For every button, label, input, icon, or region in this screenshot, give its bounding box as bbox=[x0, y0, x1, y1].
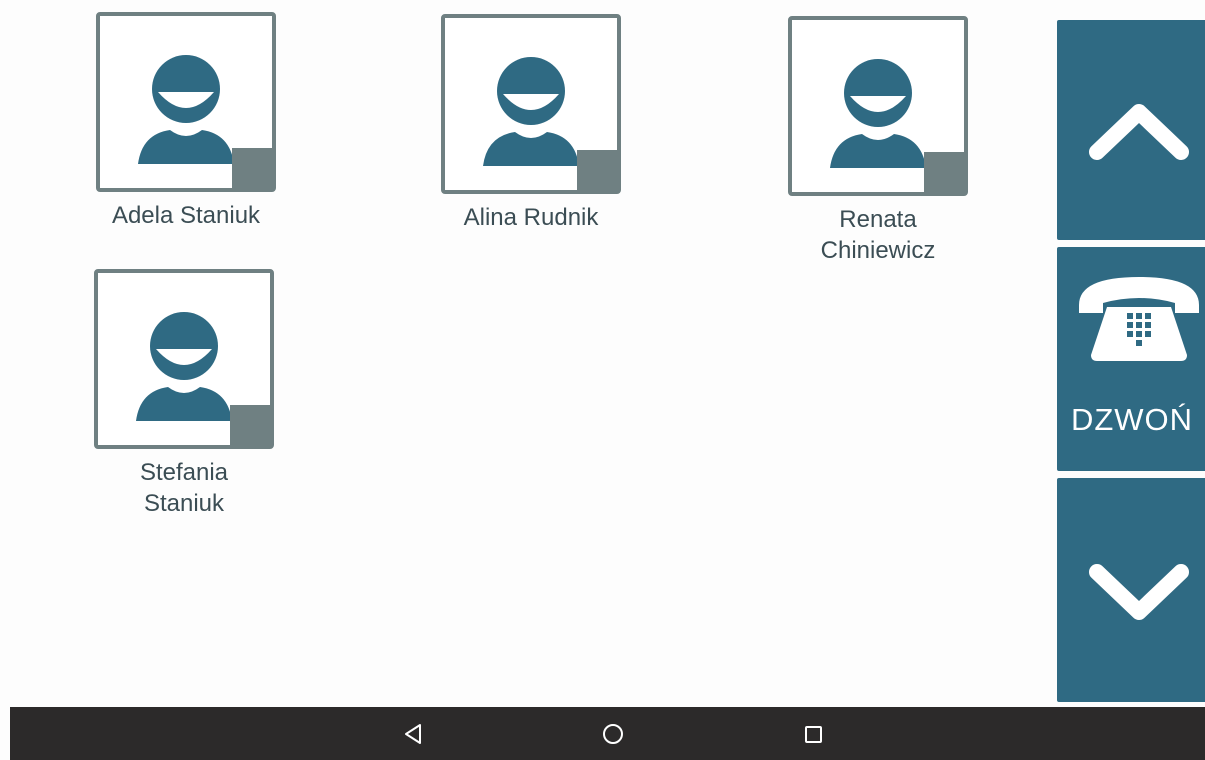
nav-back-button[interactable] bbox=[398, 719, 428, 749]
contact-name: Adela Staniuk bbox=[111, 202, 261, 229]
recents-square-icon bbox=[805, 726, 822, 743]
nav-recents-button[interactable] bbox=[798, 719, 828, 749]
contact-tile[interactable]: Renata Chiniewicz bbox=[783, 16, 973, 266]
status-indicator bbox=[924, 152, 964, 192]
contact-name: Stefania Staniuk bbox=[139, 459, 229, 517]
contact-tile[interactable]: Adela Staniuk bbox=[91, 12, 281, 231]
status-indicator bbox=[230, 405, 270, 445]
contact-name: Alina Rudnik bbox=[463, 204, 599, 231]
chevron-up-icon bbox=[1089, 104, 1189, 160]
back-triangle-icon bbox=[405, 724, 421, 744]
scroll-up-button[interactable] bbox=[1057, 20, 1205, 240]
contact-tile[interactable]: Stefania Staniuk bbox=[89, 269, 279, 519]
status-indicator bbox=[232, 148, 272, 188]
contact-avatar[interactable] bbox=[788, 16, 968, 196]
nav-home-button[interactable] bbox=[598, 719, 628, 749]
contact-avatar[interactable] bbox=[94, 269, 274, 449]
call-label: DZWOŃ bbox=[1070, 402, 1194, 437]
contact-avatar[interactable] bbox=[96, 12, 276, 192]
call-button[interactable]: DZWOŃ bbox=[1057, 247, 1205, 471]
contact-tile[interactable]: Alina Rudnik bbox=[436, 14, 626, 233]
scroll-down-button[interactable] bbox=[1057, 478, 1205, 702]
contact-avatar[interactable] bbox=[441, 14, 621, 194]
chevron-down-icon bbox=[1089, 564, 1189, 620]
system-nav-bar bbox=[10, 707, 1205, 760]
status-indicator bbox=[577, 150, 617, 190]
telephone-icon bbox=[1079, 277, 1199, 361]
home-circle-icon bbox=[603, 724, 623, 744]
contact-name: Renata Chiniewicz bbox=[820, 206, 936, 264]
